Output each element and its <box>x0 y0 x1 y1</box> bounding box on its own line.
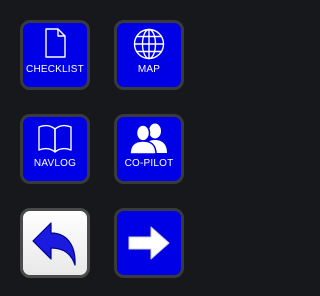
people-icon <box>117 122 181 154</box>
navlog-button[interactable]: NAVLOG <box>20 114 90 184</box>
map-label: MAP <box>137 64 161 75</box>
menu-screen: CHECKLIST MAP NAVLOG CO-PILOT <box>0 0 205 296</box>
navlog-label: NAVLOG <box>33 158 77 169</box>
back-arrow-icon <box>23 219 87 269</box>
checklist-label: CHECKLIST <box>26 64 84 75</box>
right-arrow-icon <box>117 225 181 261</box>
copilot-button[interactable]: CO-PILOT <box>114 114 184 184</box>
open-book-icon <box>23 123 87 153</box>
back-button[interactable] <box>20 208 90 278</box>
checklist-button[interactable]: CHECKLIST <box>20 20 90 90</box>
globe-icon <box>117 28 181 60</box>
document-icon <box>23 28 87 58</box>
next-button[interactable] <box>114 208 184 278</box>
map-button[interactable]: MAP <box>114 20 184 90</box>
copilot-label: CO-PILOT <box>124 158 174 169</box>
